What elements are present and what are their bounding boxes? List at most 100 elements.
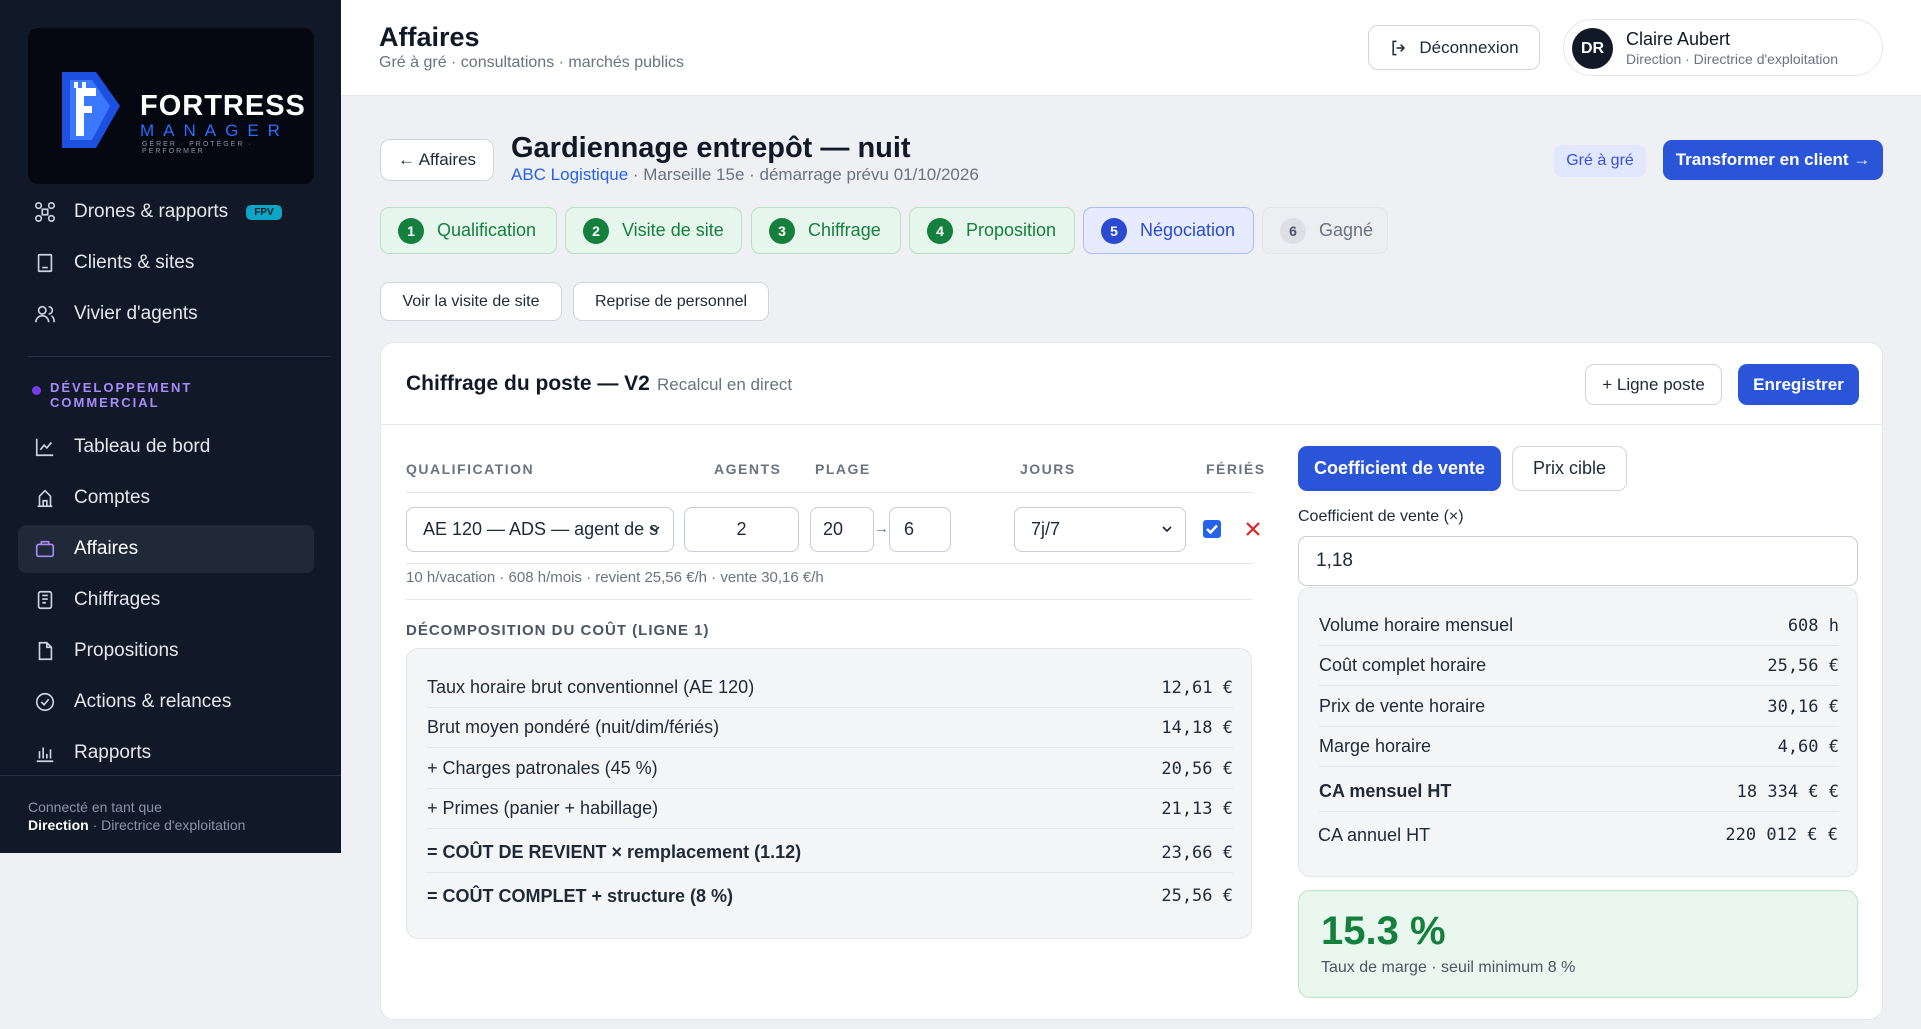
logo[interactable]: FORTRESS MANAGER GÉRER · PROTÉGER · PERF… <box>28 28 314 184</box>
client-link[interactable]: ABC Logistique <box>511 165 628 184</box>
view-visit-button[interactable]: Voir la visite de site <box>380 282 562 321</box>
sidebar-item-propositions[interactable]: Propositions <box>18 627 314 675</box>
footer-detail: · Directrice d'exploitation <box>88 817 246 833</box>
cost-row: = COÛT DE REVIENT × remplacement (1.12) 2… <box>427 833 1233 873</box>
sidebar-item-chiffrages[interactable]: Chiffrages <box>18 576 314 624</box>
sidebar-item-drones[interactable]: Drones & rapports FPV <box>18 188 314 236</box>
delete-line-icon[interactable] <box>1244 520 1262 538</box>
section-label: DÉVELOPPEMENT COMMERCIAL <box>32 380 200 410</box>
section-label-text: DÉVELOPPEMENT COMMERCIAL <box>50 380 193 410</box>
step-gagne[interactable]: 6 Gagné <box>1262 207 1388 254</box>
tab-prix-cible[interactable]: Prix cible <box>1512 446 1627 491</box>
cost-row: + Primes (panier + habillage) 21,13 € <box>427 789 1233 829</box>
cost-label: Brut moyen pondéré (nuit/dim/fériés) <box>427 717 720 737</box>
step-label: Gagné <box>1319 220 1374 240</box>
margin-box: 15.3 % Taux de marge · seuil minimum 8 % <box>1298 890 1858 998</box>
col-qualification: QUALIFICATION <box>406 461 535 477</box>
step-visite[interactable]: 2 Visite de site <box>565 207 742 254</box>
step-chiffrage[interactable]: 3 Chiffrage <box>751 207 901 254</box>
step-proposition[interactable]: 4 Proposition <box>909 207 1075 254</box>
staff-takeover-button[interactable]: Reprise de personnel <box>573 282 769 321</box>
summary-value: 608 h <box>1787 615 1839 636</box>
save-button[interactable]: Enregistrer <box>1738 364 1859 405</box>
tab-coefficient[interactable]: Coefficient de vente <box>1298 446 1501 491</box>
logo-tagline: GÉRER · PROTÉGER · PERFORMER <box>142 141 253 155</box>
col-feries: FÉRIÉS <box>1206 461 1266 477</box>
sidebar-item-label: Vivier d'agents <box>74 303 198 324</box>
bar-chart-icon <box>36 747 54 763</box>
cost-label: + Charges patronales (45 %) <box>427 758 658 778</box>
card-note: Recalcul en direct <box>657 375 793 394</box>
step-number: 3 <box>769 217 795 244</box>
footer-line: Connecté en tant que <box>28 799 162 815</box>
transform-client-button[interactable]: Transformer en client → <box>1663 140 1883 180</box>
step-number: 1 <box>398 217 424 244</box>
cost-row: + Charges patronales (45 %) 20,56 € <box>427 749 1233 789</box>
summary-row: Marge horaire 4,60 € <box>1319 727 1839 767</box>
topbar: Affaires Gré à gré · consultations · mar… <box>341 0 1921 96</box>
back-button[interactable]: ← Affaires <box>380 139 494 181</box>
sidebar-item-actions[interactable]: Actions & relances <box>18 678 314 726</box>
qualification-value: AE 120 — ADS — agent de s <box>423 519 659 539</box>
sidebar-footer: Connecté en tant que Direction · Directr… <box>28 798 245 834</box>
plage-end-input[interactable]: 6 <box>889 507 951 552</box>
chevron-down-icon <box>1162 526 1172 533</box>
qualification-select[interactable]: AE 120 — ADS — agent de s <box>406 507 674 552</box>
jours-select[interactable]: 7j/7 <box>1014 507 1186 552</box>
building-icon <box>37 253 53 273</box>
users-icon <box>35 305 55 323</box>
cost-row: = COÛT COMPLET + structure (8 %) 25,56 € <box>427 876 1233 916</box>
cost-row: Brut moyen pondéré (nuit/dim/fériés) 14,1… <box>427 708 1233 748</box>
step-label: Chiffrage <box>808 220 881 240</box>
add-line-button[interactable]: + Ligne poste <box>1585 364 1722 405</box>
summary-row: Coût complet horaire 25,56 € <box>1319 646 1839 686</box>
summary-row: CA annuel HT 220 012 € € <box>1318 815 1838 855</box>
sidebar-item-comptes[interactable]: Comptes <box>18 474 314 522</box>
deal-title: Gardiennage entrepôt — nuit <box>511 132 911 164</box>
step-number: 2 <box>583 217 609 244</box>
sidebar-item-label: Actions & relances <box>74 691 232 712</box>
user-menu[interactable]: DR Claire Aubert Direction · Directrice … <box>1563 19 1883 76</box>
sidebar-item-agents[interactable]: Vivier d'agents <box>18 290 314 338</box>
agents-input[interactable]: 2 <box>684 507 799 552</box>
summary-value: 4,60 € <box>1777 736 1839 757</box>
deal-meta: ABC Logistique · Marseille 15e · démarra… <box>511 165 979 185</box>
summary-label: CA mensuel HT <box>1319 781 1452 801</box>
coef-input[interactable]: 1,18 <box>1298 536 1858 586</box>
avatar: DR <box>1572 28 1613 69</box>
step-qualification[interactable]: 1 Qualification <box>380 207 557 254</box>
logout-icon <box>1392 40 1406 55</box>
briefcase-icon <box>35 540 55 558</box>
cost-label: Taux horaire brut conventionnel (AE 120) <box>427 677 755 697</box>
sidebar: FORTRESS MANAGER GÉRER · PROTÉGER · PERF… <box>0 0 341 853</box>
bank-icon <box>37 489 53 508</box>
fpv-badge: FPV <box>246 204 282 220</box>
summary-value: 30,16 € <box>1767 696 1839 717</box>
sidebar-item-affaires[interactable]: Affaires <box>18 525 314 573</box>
sidebar-item-rapports[interactable]: Rapports <box>18 729 314 777</box>
col-jours: JOURS <box>1020 461 1076 477</box>
step-label: Visite de site <box>622 220 724 240</box>
card-title: Chiffrage du poste — V2 <box>406 372 650 395</box>
sidebar-item-label: Clients & sites <box>74 252 195 273</box>
footer-role: Direction <box>28 817 89 833</box>
cost-label: + Primes (panier + habillage) <box>427 798 659 818</box>
section-dot-icon <box>32 386 41 395</box>
jours-value: 7j/7 <box>1031 519 1061 539</box>
summary-row: Prix de vente horaire 30,16 € <box>1319 687 1839 727</box>
margin-subtitle: Taux de marge · seuil minimum 8 % <box>1321 959 1576 976</box>
sidebar-item-clients[interactable]: Clients & sites <box>18 239 314 287</box>
file-icon <box>38 641 53 661</box>
cost-label: = COÛT COMPLET + structure (8 %) <box>427 885 734 906</box>
logout-label: Déconnexion <box>1419 37 1519 57</box>
plage-arrow: → <box>874 520 889 537</box>
plage-start-input[interactable]: 20 <box>810 507 874 552</box>
step-negociation[interactable]: 5 Négociation <box>1083 207 1254 254</box>
chevron-down-icon <box>650 526 660 533</box>
sidebar-item-dashboard[interactable]: Tableau de bord <box>18 423 314 471</box>
card-header: Chiffrage du poste — V2 Recalcul en dire… <box>381 343 1882 425</box>
summary-row: CA mensuel HT 18 334 € € <box>1319 772 1839 812</box>
logout-button[interactable]: Déconnexion <box>1368 25 1540 70</box>
shield-logo-icon <box>62 72 120 148</box>
feries-checkbox[interactable] <box>1203 520 1221 538</box>
